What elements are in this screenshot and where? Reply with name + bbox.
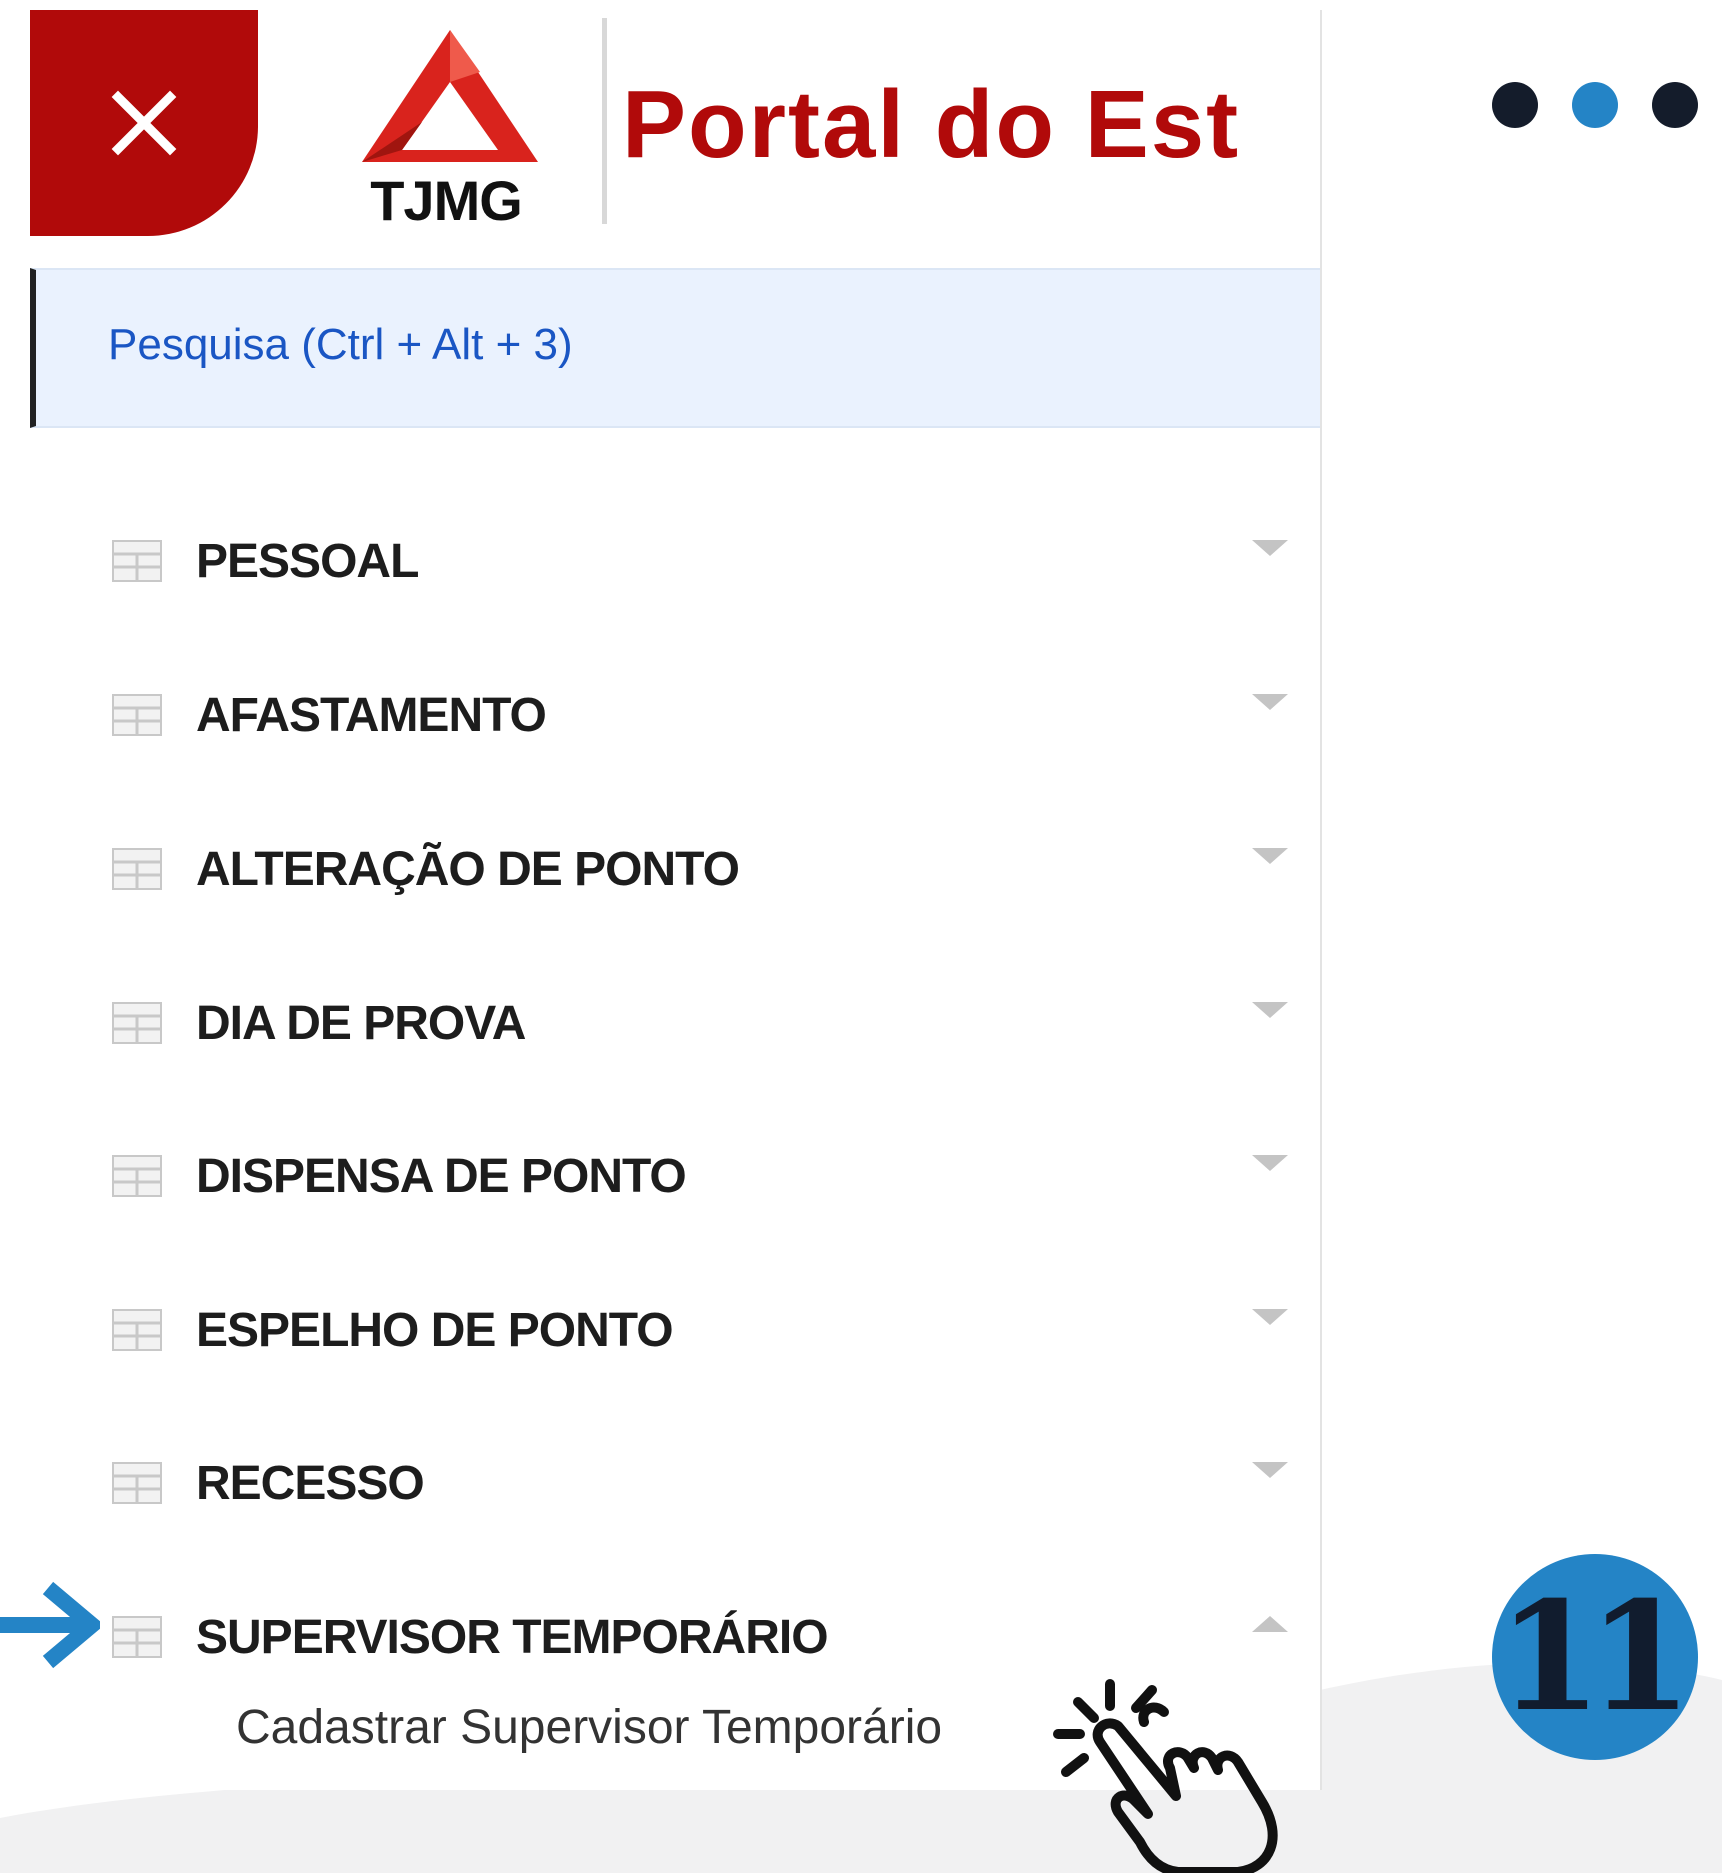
chevron-down-icon	[1252, 540, 1288, 556]
menu-item-label: SUPERVISOR TEMPORÁRIO	[196, 1611, 829, 1664]
table-grid-icon	[112, 694, 162, 736]
menu-item-label: DIA DE PROVA	[196, 997, 526, 1050]
close-menu-button[interactable]	[30, 10, 258, 236]
step-number: 11	[1497, 1569, 1693, 1745]
table-grid-icon	[112, 1002, 162, 1044]
table-grid-icon	[112, 1309, 162, 1351]
menu-item-label: RECESSO	[196, 1457, 425, 1510]
app-panel: TJMG Portal do Est Pesquisa (Ctrl + Alt …	[30, 10, 1322, 1790]
chevron-down-icon	[1252, 1155, 1288, 1171]
logo-text: TJMG	[370, 169, 523, 232]
menu-item-label: ALTERAÇÃO DE PONTO	[196, 843, 740, 896]
page-title: Portal do Est	[622, 71, 1241, 178]
menu-item-dispensa-de-ponto[interactable]: DISPENSA DE PONTO	[30, 1125, 1320, 1225]
menu-item-label: AFASTAMENTO	[196, 689, 547, 742]
header-divider	[602, 18, 607, 224]
menu-item-label: PESSOAL	[196, 535, 419, 588]
table-grid-icon	[112, 1462, 162, 1504]
menu-item-recesso[interactable]: RECESSO	[30, 1432, 1320, 1532]
menu-item-pessoal[interactable]: PESSOAL	[30, 510, 1320, 610]
table-grid-icon	[112, 1616, 162, 1658]
menu-item-espelho-de-ponto[interactable]: ESPELHO DE PONTO	[30, 1279, 1320, 1379]
menu-item-alteracao-de-ponto[interactable]: ALTERAÇÃO DE PONTO	[30, 818, 1320, 918]
table-grid-icon	[112, 540, 162, 582]
menu-item-dia-de-prova[interactable]: DIA DE PROVA	[30, 972, 1320, 1072]
menu-item-label: ESPELHO DE PONTO	[196, 1304, 674, 1357]
table-grid-icon	[112, 848, 162, 890]
submenu-item-cadastrar-supervisor[interactable]: Cadastrar Supervisor Temporário	[236, 1700, 942, 1755]
pointing-hand-click-icon	[1053, 1679, 1278, 1873]
search-bar[interactable]: Pesquisa (Ctrl + Alt + 3)	[30, 268, 1320, 428]
menu-item-afastamento[interactable]: AFASTAMENTO	[30, 664, 1320, 764]
search-label: Pesquisa (Ctrl + Alt + 3)	[108, 320, 573, 369]
step-badge: 11	[1492, 1554, 1698, 1760]
pointer-arrow-icon	[0, 1581, 100, 1669]
chevron-down-icon	[1252, 848, 1288, 864]
menu-item-label: DISPENSA DE PONTO	[196, 1150, 687, 1203]
pagination-dots	[1492, 82, 1698, 128]
close-icon	[111, 90, 177, 156]
chevron-down-icon	[1252, 1462, 1288, 1478]
table-grid-icon	[112, 1155, 162, 1197]
app-header: TJMG Portal do Est	[30, 10, 1320, 236]
chevron-down-icon	[1252, 1002, 1288, 1018]
chevron-down-icon	[1252, 694, 1288, 710]
chevron-up-icon	[1252, 1616, 1288, 1632]
chevron-down-icon	[1252, 1309, 1288, 1325]
menu-item-supervisor-temporario[interactable]: SUPERVISOR TEMPORÁRIO	[30, 1586, 1320, 1686]
